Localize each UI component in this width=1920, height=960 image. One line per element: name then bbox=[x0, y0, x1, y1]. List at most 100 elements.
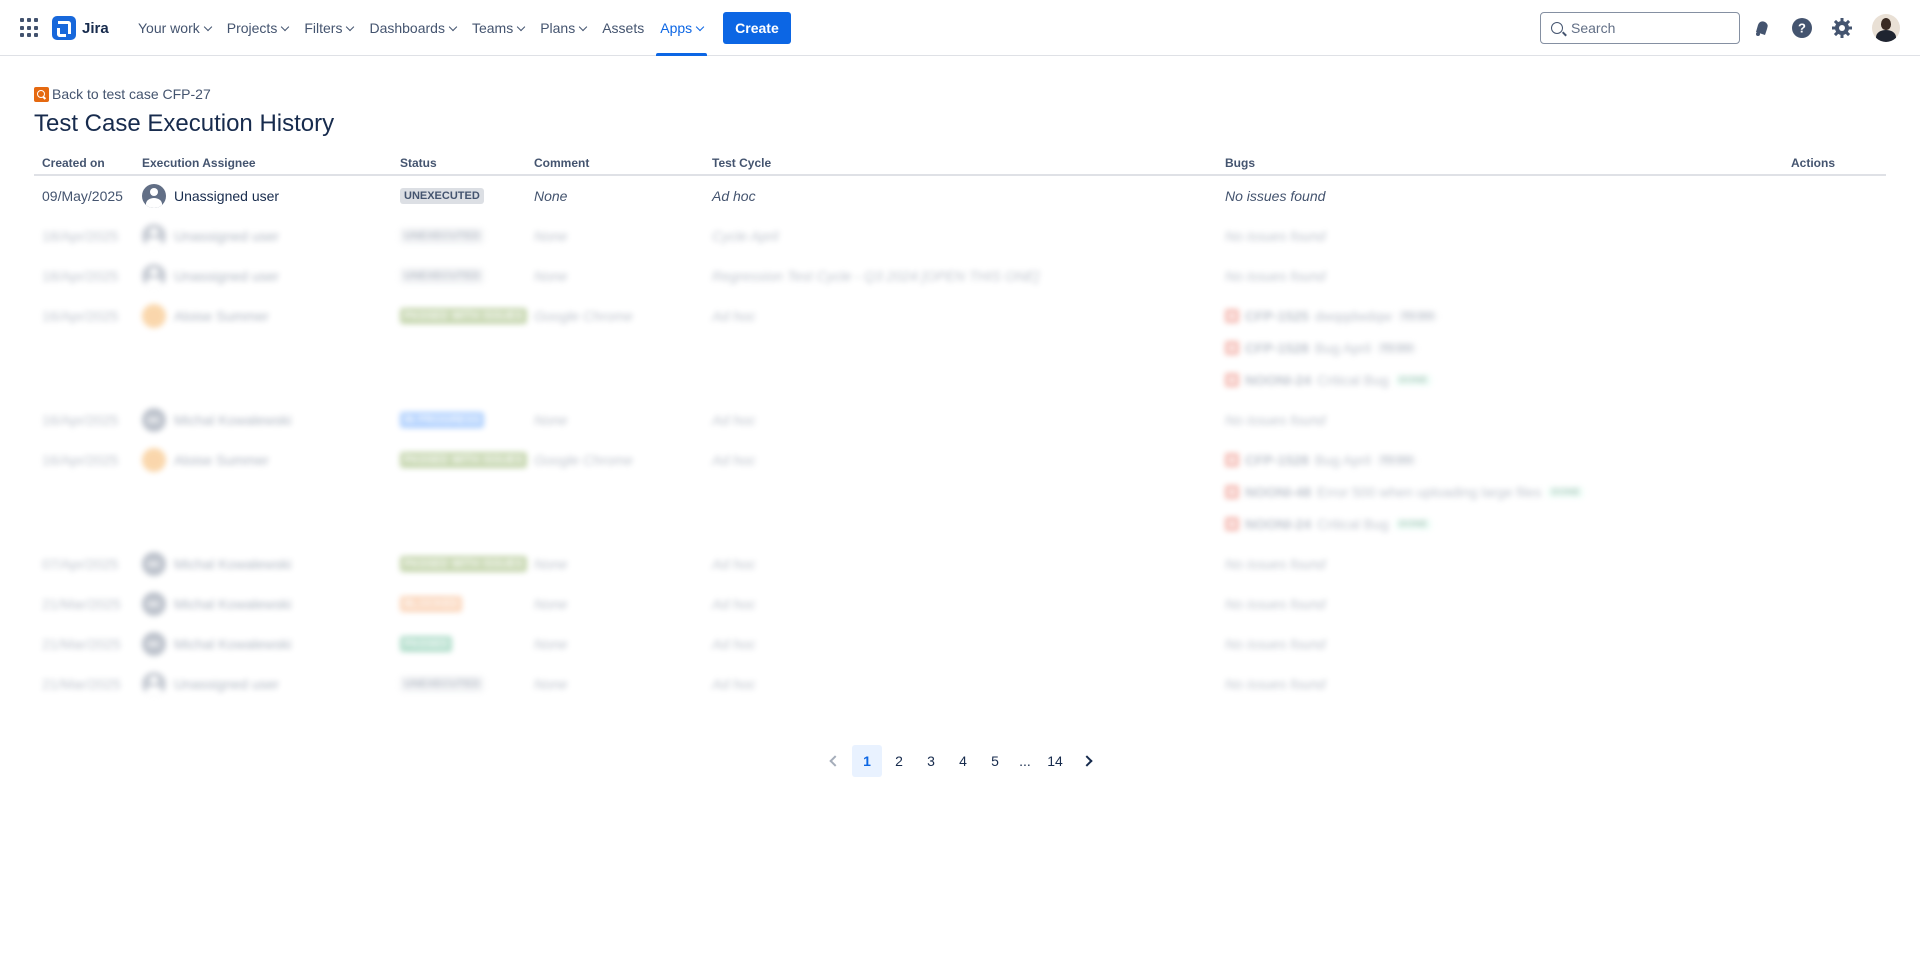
no-bugs-text: No issues found bbox=[1225, 412, 1326, 428]
bug-summary: Critical Bug bbox=[1317, 516, 1389, 532]
notifications-icon[interactable] bbox=[1750, 16, 1774, 40]
bug-icon bbox=[1225, 517, 1239, 531]
status-badge: PASSED bbox=[400, 636, 453, 652]
header-created-on[interactable]: Created on bbox=[42, 156, 105, 170]
execution-assignee: Unassigned user bbox=[142, 672, 279, 696]
page-button-14[interactable]: 14 bbox=[1040, 745, 1070, 777]
bug-link[interactable]: NOONI-24 Critical Bug DONE bbox=[1225, 364, 1432, 396]
bug-link[interactable]: NOONI-24 Critical Bug DONE bbox=[1225, 508, 1432, 540]
bug-key: CFP-1528 bbox=[1245, 340, 1309, 356]
previous-page-icon[interactable] bbox=[820, 745, 850, 777]
table-row[interactable]: 21/Mar/2025 Unassigned user UNEXECUTED None… bbox=[34, 664, 1886, 704]
bug-key: CFP-1525 bbox=[1245, 308, 1309, 324]
table-row[interactable]: 18/Apr/2025 Unassigned user UNEXECUTED None… bbox=[34, 256, 1886, 296]
execution-assignee: MK Michal Kowalewski bbox=[142, 552, 291, 576]
nav-item-assets[interactable]: Assets bbox=[594, 0, 652, 56]
no-bugs-text: No issues found bbox=[1225, 228, 1326, 244]
table-row[interactable]: 21/Mar/2025 MK Michal Kowalewski PASSED None… bbox=[34, 624, 1886, 664]
chevron-down-icon bbox=[578, 22, 588, 31]
assignee-name: Unassigned user bbox=[174, 228, 280, 244]
header-bugs[interactable]: Bugs bbox=[1225, 156, 1255, 170]
created-on-date: 09/May/2025 bbox=[42, 188, 123, 204]
header-test-cycle[interactable]: Test Cycle bbox=[712, 156, 771, 170]
settings-gear-icon[interactable] bbox=[1830, 16, 1854, 40]
unassigned-user-icon bbox=[142, 672, 166, 696]
nav-item-label: Assets bbox=[602, 20, 645, 36]
table-row[interactable]: 18/Apr/2025 Unassigned user UNEXECUTED None… bbox=[34, 216, 1886, 256]
test-cycle-text: Ad hoc bbox=[712, 636, 756, 652]
bug-link[interactable]: CFP-1528 Bug April TO DO bbox=[1225, 444, 1417, 476]
bug-link[interactable]: CFP-1528 Bug April TO DO bbox=[1225, 332, 1417, 364]
profile-avatar[interactable] bbox=[1872, 14, 1900, 42]
nav-item-filters[interactable]: Filters bbox=[296, 0, 361, 56]
comment-text: None bbox=[534, 268, 568, 284]
chevron-down-icon bbox=[281, 22, 290, 31]
header-assignee[interactable]: Execution Assignee bbox=[142, 156, 256, 170]
status-badge: PASSED WITH ISSUES bbox=[400, 556, 527, 572]
chevron-down-icon bbox=[346, 22, 355, 31]
page-button-5[interactable]: 5 bbox=[980, 745, 1010, 777]
assignee-name: Michal Kowalewski bbox=[174, 596, 292, 612]
page-button-2[interactable]: 2 bbox=[884, 745, 914, 777]
comment-text: None bbox=[534, 676, 568, 692]
created-on-date: 21/Mar/2025 bbox=[42, 596, 121, 612]
nav-item-dashboards[interactable]: Dashboards bbox=[361, 0, 464, 56]
bug-summary: Error 500 when uploading large files bbox=[1317, 484, 1542, 500]
created-on-date: 18/Apr/2025 bbox=[42, 228, 119, 244]
back-to-test-case-link[interactable]: Back to test case CFP-27 bbox=[34, 86, 211, 102]
test-cycle-text: Ad hoc bbox=[712, 188, 756, 204]
table-row[interactable]: 16/Apr/2025 Aloise Summer PASSED WITH ISSU… bbox=[34, 440, 1886, 544]
status-badge: UNEXECUTED bbox=[400, 676, 484, 692]
table-row[interactable]: 09/May/2025 Unassigned user UNEXECUTED None… bbox=[34, 176, 1886, 216]
status-badge: PASSED WITH ISSUES bbox=[400, 452, 527, 468]
bug-icon bbox=[1225, 309, 1239, 323]
comment-text: None bbox=[534, 228, 568, 244]
nav-item-plans[interactable]: Plans bbox=[532, 0, 594, 56]
chevron-down-icon bbox=[516, 22, 526, 31]
search-icon bbox=[1551, 22, 1563, 34]
bug-summary: Bug April bbox=[1314, 452, 1371, 468]
nav-item-label: Your work bbox=[138, 20, 200, 36]
page-button-1[interactable]: 1 bbox=[852, 745, 882, 777]
created-on-date: 21/Mar/2025 bbox=[42, 676, 121, 692]
execution-assignee: MK Michal Kowalewski bbox=[142, 632, 291, 656]
nav-item-teams[interactable]: Teams bbox=[464, 0, 532, 56]
bug-icon bbox=[1225, 341, 1239, 355]
nav-item-apps[interactable]: Apps bbox=[652, 0, 711, 56]
page-title: Test Case Execution History bbox=[34, 110, 335, 137]
table-row[interactable]: 07/Apr/2025 MK Michal Kowalewski PASSED WIT… bbox=[34, 544, 1886, 584]
comment-text: None bbox=[534, 636, 568, 652]
created-on-date: 16/Apr/2025 bbox=[42, 452, 119, 468]
bug-status-lozenge: TO DO bbox=[1376, 342, 1417, 354]
app-switcher-icon[interactable] bbox=[20, 18, 40, 38]
header-status[interactable]: Status bbox=[400, 156, 437, 170]
header-comment[interactable]: Comment bbox=[534, 156, 589, 170]
bug-key: NOONI-48 bbox=[1245, 484, 1312, 500]
table-row[interactable]: 16/Apr/2025 MK Michal Kowalewski IN PROGRES… bbox=[34, 400, 1886, 440]
create-button[interactable]: Create bbox=[723, 12, 791, 44]
jira-logo[interactable]: Jira bbox=[52, 16, 109, 40]
main-nav: Your work Projects Filters Dashboards Teams P… bbox=[130, 0, 791, 56]
bug-key: NOONI-24 bbox=[1245, 516, 1312, 532]
bug-status-lozenge: DONE bbox=[1394, 518, 1432, 530]
help-icon[interactable]: ? bbox=[1790, 16, 1814, 40]
table-row[interactable]: 16/Apr/2025 Aloise Summer PASSED WITH ISSU… bbox=[34, 296, 1886, 400]
page-button-3[interactable]: 3 bbox=[916, 745, 946, 777]
table-row[interactable]: 21/Mar/2025 MK Michal Kowalewski BLOCKED Non… bbox=[34, 584, 1886, 624]
comment-text: Google Chrome bbox=[534, 452, 633, 468]
unassigned-user-icon bbox=[142, 264, 166, 288]
nav-item-projects[interactable]: Projects bbox=[219, 0, 297, 56]
bug-link[interactable]: CFP-1525 dwqqdwdqw TO DO bbox=[1225, 300, 1438, 332]
next-page-icon[interactable] bbox=[1072, 745, 1102, 777]
bug-link[interactable]: NOONI-48 Error 500 when uploading large f… bbox=[1225, 476, 1585, 508]
chevron-down-icon bbox=[203, 22, 212, 31]
bug-key: CFP-1528 bbox=[1245, 452, 1309, 468]
avatar: MK bbox=[142, 632, 166, 656]
search-input[interactable] bbox=[1571, 20, 1731, 36]
bug-status-lozenge: TO DO bbox=[1397, 310, 1438, 322]
test-cycle-text: Regression Test Cycle - Q3 2024 [OPEN TH… bbox=[712, 268, 1040, 284]
page-button-4[interactable]: 4 bbox=[948, 745, 978, 777]
search-box[interactable] bbox=[1540, 12, 1740, 44]
status-badge: PASSED WITH ISSUES bbox=[400, 308, 527, 324]
nav-item-your-work[interactable]: Your work bbox=[130, 0, 219, 56]
